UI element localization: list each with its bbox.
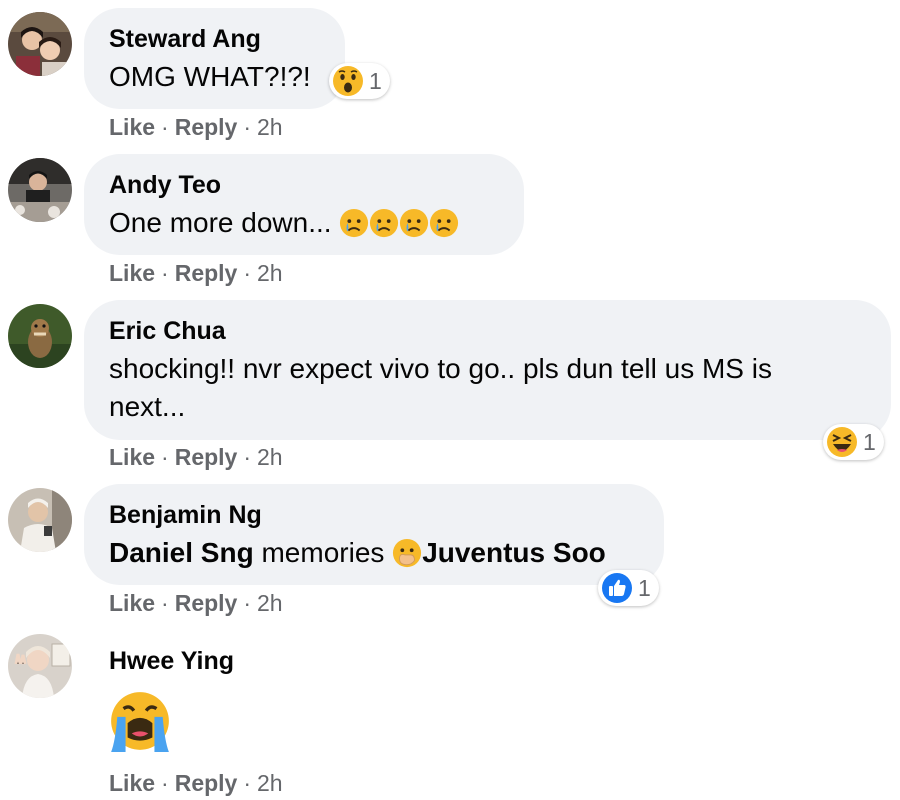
avatar[interactable] [8,488,72,552]
timestamp[interactable]: 2h [257,114,283,140]
reply-link[interactable]: Reply [175,260,238,286]
avatar[interactable] [8,158,72,222]
comment-text: OMG WHAT?!?! [109,61,311,92]
comment-author[interactable]: Benjamin Ng [109,500,640,530]
reaction-count: 1 [369,67,382,94]
comment-actions: Like · Reply · 2h [109,444,283,470]
comment-bubble: Andy Teo One more down... [84,154,524,255]
reply-link[interactable]: Reply [175,590,238,616]
comment-text-body: One more down... [109,207,332,238]
loudly-crying-face-icon [111,692,169,752]
timestamp[interactable]: 2h [257,444,283,470]
like-link[interactable]: Like [109,114,155,140]
face-with-hand-over-mouth-icon [393,538,422,568]
comment-text: One more down... [109,204,500,242]
like-link[interactable]: Like [109,260,155,286]
timestamp[interactable]: 2h [257,590,283,616]
reply-link[interactable]: Reply [175,770,238,796]
comment-bubble: Steward Ang OMG WHAT?!?! [84,8,345,109]
like-reaction-icon [602,573,632,603]
like-link[interactable]: Like [109,444,155,470]
avatar[interactable] [8,12,72,76]
crying-face-icon [400,208,429,238]
reaction-count: 1 [638,574,651,601]
like-link[interactable]: Like [109,590,155,616]
crying-face-icon [370,208,399,238]
reaction-summary[interactable]: 1 [329,63,390,99]
comment-author[interactable]: Hwee Ying [109,646,360,676]
avatar[interactable] [8,634,72,698]
comment-bubble: Hwee Ying [84,630,384,760]
comment-text: Daniel Sng memories Juventus Soo [109,534,640,572]
mention-link[interactable]: Daniel Sng [109,537,254,568]
reaction-summary[interactable]: 1 [598,570,659,606]
comment-bubble: Benjamin Ng Daniel Sng memories Juventus… [84,484,664,585]
comment-actions: Like · Reply · 2h [109,114,283,140]
avatar[interactable] [8,304,72,368]
comment-text-body: memories [261,537,385,568]
haha-emoji-icon [827,427,857,457]
comment-bubble: Eric Chua shocking!! nvr expect vivo to … [84,300,891,440]
timestamp[interactable]: 2h [257,260,283,286]
comment-actions: Like · Reply · 2h [109,770,283,796]
wow-emoji-icon [333,66,363,96]
comment-author[interactable]: Steward Ang [109,24,321,54]
reaction-count: 1 [863,428,876,455]
crying-face-icon [430,208,459,238]
mention-link[interactable]: Juventus Soo [422,537,606,568]
comment-author[interactable]: Andy Teo [109,170,500,200]
crying-face-icon [340,208,369,238]
reaction-summary[interactable]: 1 [823,424,884,460]
comment-actions: Like · Reply · 2h [109,260,283,286]
comment-actions: Like · Reply · 2h [109,590,283,616]
comment-author[interactable]: Eric Chua [109,316,867,346]
like-link[interactable]: Like [109,770,155,796]
reply-link[interactable]: Reply [175,444,238,470]
comment-text: shocking!! nvr expect vivo to go.. pls d… [109,353,772,422]
reply-link[interactable]: Reply [175,114,238,140]
timestamp[interactable]: 2h [257,770,283,796]
